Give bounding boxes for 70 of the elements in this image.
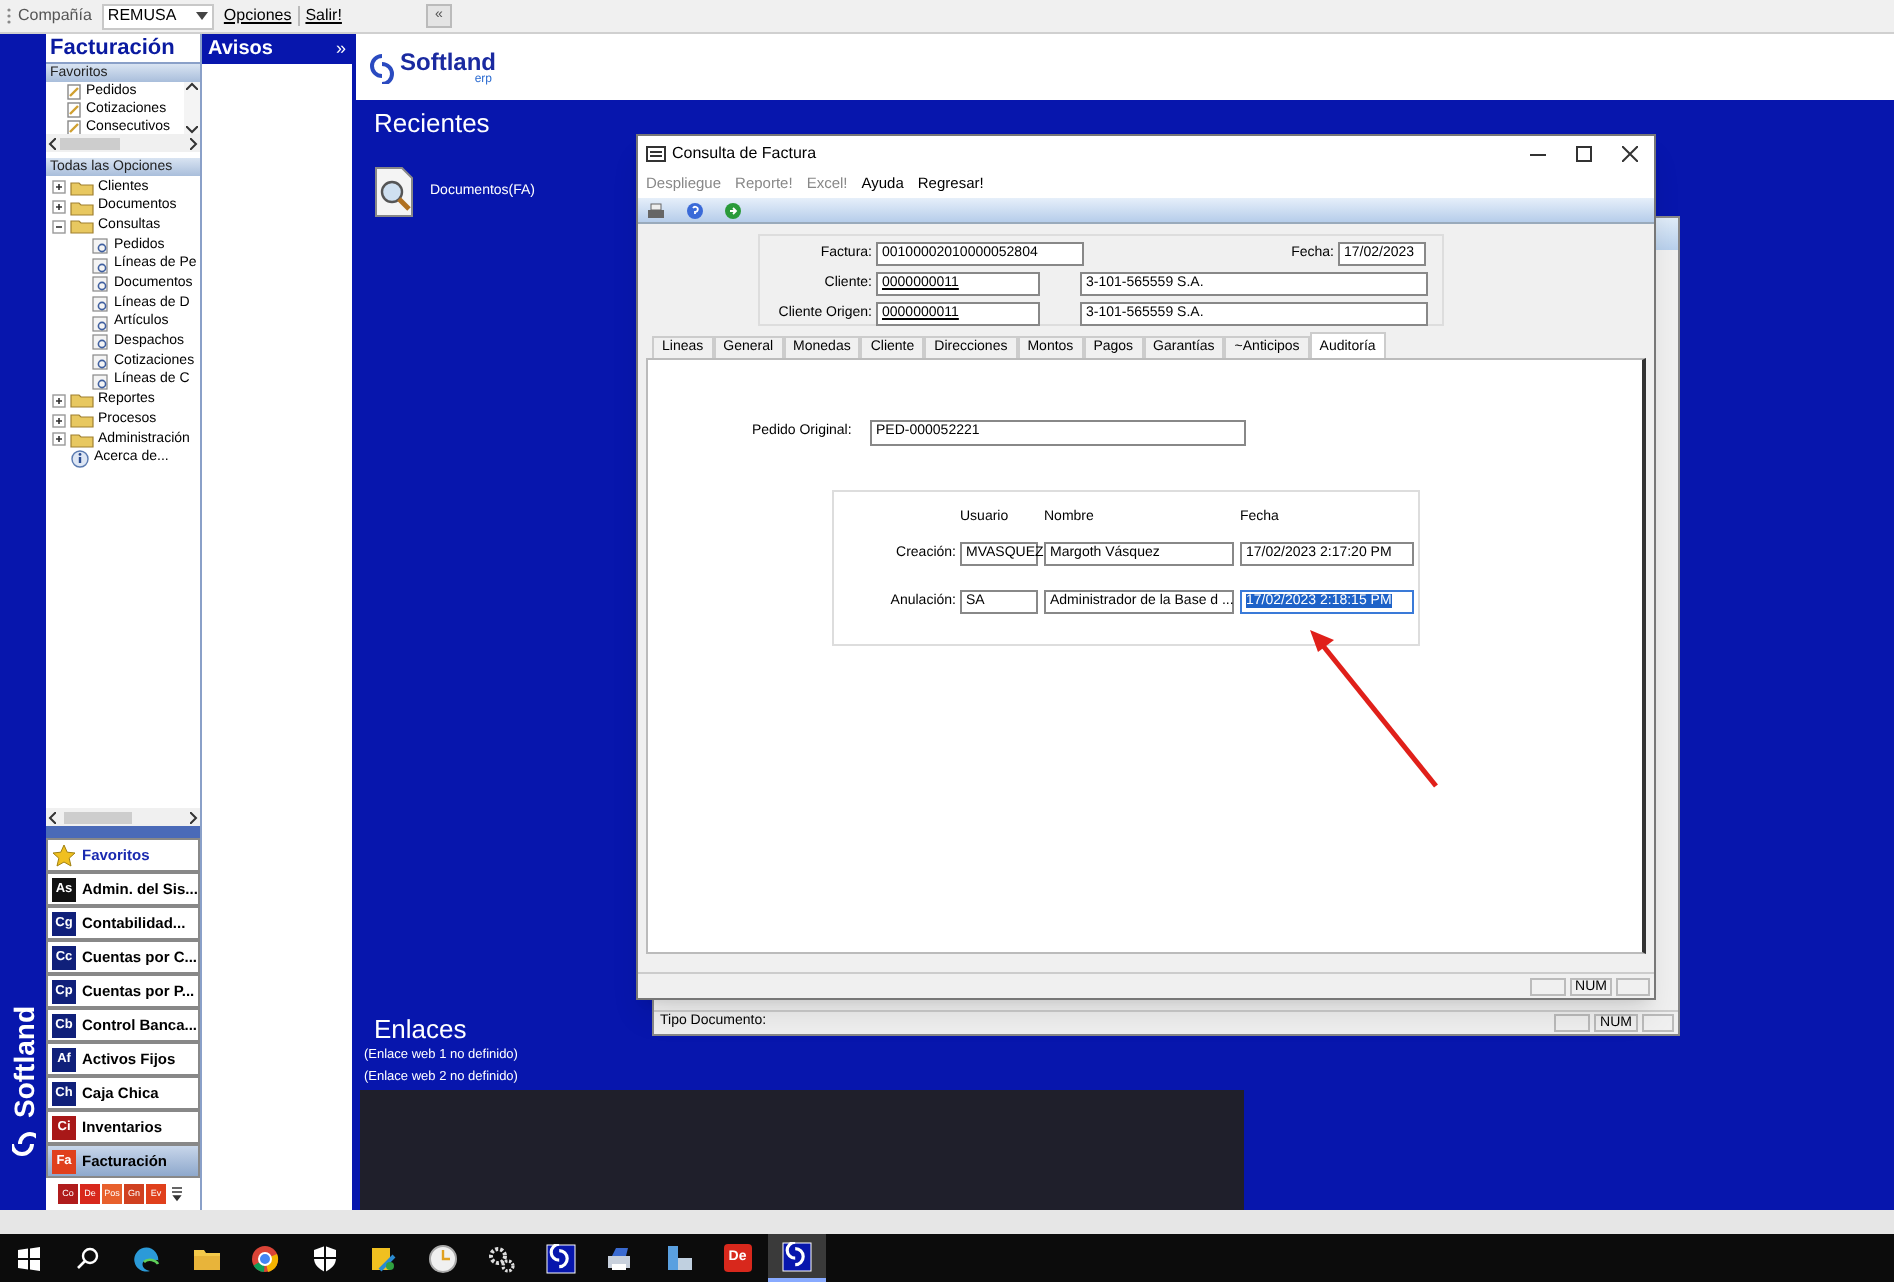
- grip-icon: [6, 6, 12, 26]
- close-icon[interactable]: [1622, 145, 1638, 161]
- clock-icon: [427, 1243, 458, 1273]
- scroll-right-icon: [190, 137, 198, 149]
- app-icon: [663, 1243, 694, 1273]
- maximize-icon[interactable]: [1576, 145, 1592, 161]
- caret-icon: [195, 12, 208, 20]
- window-icon: [646, 145, 666, 161]
- query-icon: [92, 373, 110, 390]
- scroll-left-icon: [48, 811, 56, 823]
- star-icon: [52, 843, 76, 867]
- menu-item[interactable]: Salir!: [305, 4, 342, 28]
- arrow-icon[interactable]: [724, 201, 742, 219]
- status-panel: [1530, 977, 1566, 995]
- printer-icon: [604, 1243, 635, 1273]
- section-title: Recientes: [374, 106, 490, 136]
- overflow-icon[interactable]: [172, 1186, 182, 1202]
- folder-icon: [70, 392, 94, 409]
- logo-text: Softland: [400, 49, 496, 73]
- taskbar-button[interactable]: [767, 1234, 826, 1282]
- scrollbar[interactable]: [46, 808, 200, 826]
- help-icon[interactable]: [686, 201, 704, 219]
- query-icon: [92, 354, 110, 371]
- scroll-down-icon: [186, 126, 198, 134]
- browser-icon: [250, 1243, 281, 1273]
- scrollbar[interactable]: [46, 134, 200, 152]
- document-search-icon[interactable]: [374, 166, 414, 218]
- expand-button[interactable]: »: [335, 40, 346, 58]
- search-icon: [73, 1243, 104, 1273]
- query-icon: [92, 315, 110, 332]
- panel-title: Avisos: [208, 36, 273, 64]
- browser-icon: [132, 1243, 163, 1273]
- gear-icon: [486, 1243, 517, 1273]
- shield-icon: [309, 1243, 340, 1273]
- query-icon: [92, 295, 110, 312]
- query-icon: [92, 257, 110, 274]
- expand-icon[interactable]: [52, 413, 66, 428]
- company-dropdown[interactable]: REMUSA: [101, 3, 214, 29]
- query-icon: [92, 276, 110, 293]
- expand-icon[interactable]: [52, 200, 66, 215]
- status-panel: [1642, 1014, 1674, 1032]
- printer-icon[interactable]: [646, 201, 666, 219]
- folder-icon: [70, 218, 94, 235]
- brand-text: Softland: [9, 1006, 37, 1118]
- expand-icon[interactable]: [52, 393, 66, 408]
- section-title: Enlaces: [374, 1012, 467, 1044]
- query-icon: [92, 334, 110, 351]
- status-panel: [1616, 977, 1650, 995]
- scroll-up-icon: [186, 82, 198, 90]
- scrollbar[interactable]: [184, 82, 200, 134]
- folder-icon: [70, 199, 94, 216]
- scroll-right-icon: [190, 811, 198, 823]
- logo-icon: [368, 51, 396, 83]
- logo-icon: [11, 1126, 35, 1162]
- company-label: Compañía: [18, 4, 92, 28]
- scroll-left-icon: [48, 137, 56, 149]
- folder-icon: [70, 431, 94, 448]
- expand-icon[interactable]: [52, 180, 66, 195]
- windows-icon: [14, 1243, 45, 1273]
- window-title: Consulta de Factura: [672, 141, 817, 165]
- app-icon: [545, 1243, 576, 1273]
- app-icon: [781, 1241, 812, 1271]
- status-panel: [1554, 1014, 1590, 1032]
- folder-icon: [70, 412, 94, 429]
- app-icon: [368, 1243, 399, 1273]
- collapse-icon[interactable]: [52, 219, 66, 234]
- query-icon: [92, 237, 110, 254]
- menu-item[interactable]: Opciones: [223, 4, 292, 28]
- info-icon: [70, 449, 90, 468]
- expand-icon[interactable]: [52, 432, 66, 447]
